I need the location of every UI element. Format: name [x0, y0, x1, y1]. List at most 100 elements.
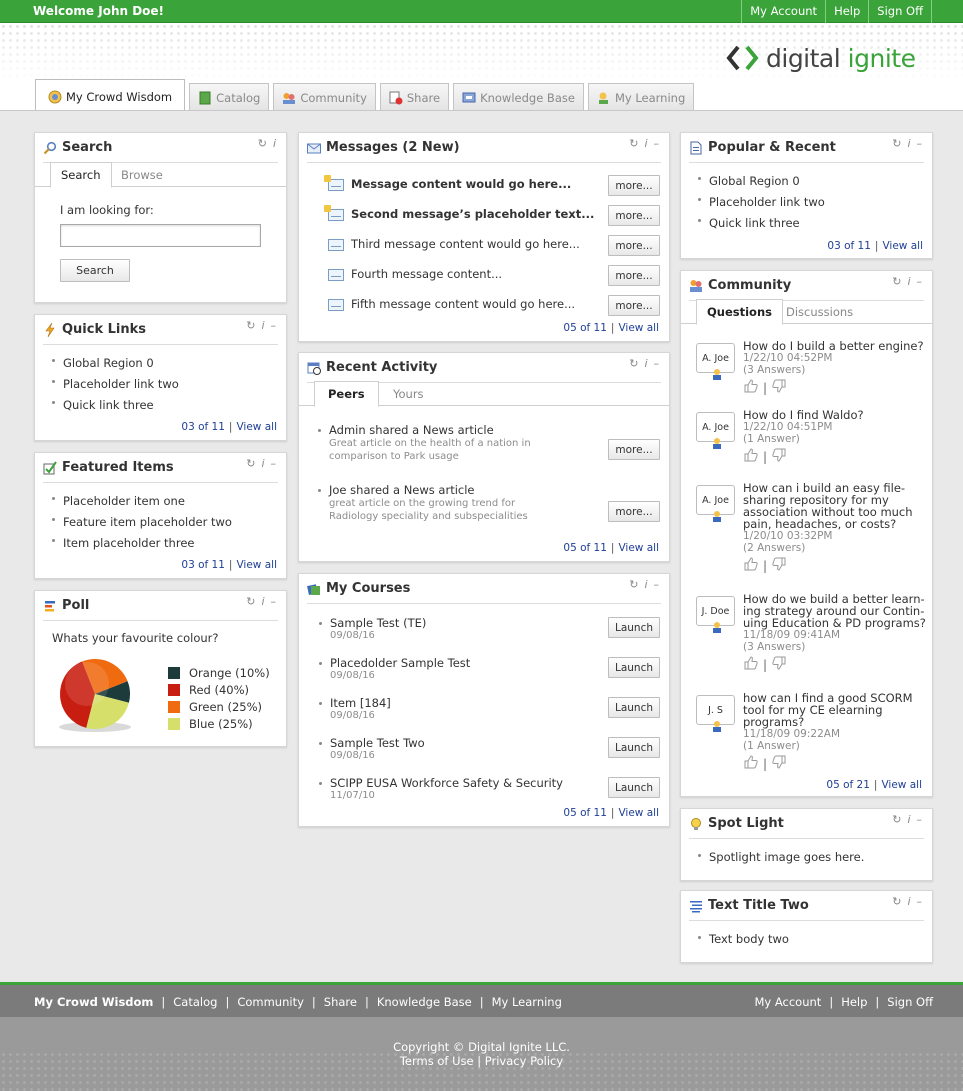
list-item[interactable]: Placeholder link two	[697, 192, 825, 213]
footer-link-catalog[interactable]: Catalog	[173, 995, 217, 1009]
avatar[interactable]: J. Doe	[696, 596, 735, 633]
info-icon[interactable]: i	[644, 137, 649, 150]
info-icon[interactable]: i	[261, 595, 266, 608]
view-all-link[interactable]: View all	[618, 807, 659, 819]
refresh-icon[interactable]: ↻	[892, 895, 903, 908]
minimize-icon[interactable]: –	[654, 137, 662, 150]
thumbs-up-icon[interactable]	[744, 448, 758, 466]
refresh-icon[interactable]: ↻	[629, 137, 640, 150]
info-icon[interactable]: i	[261, 319, 266, 332]
course-title[interactable]: SCIPP EUSA Workforce Safety & Security	[318, 776, 563, 790]
list-item[interactable]: Placeholder link two	[51, 374, 179, 395]
info-icon[interactable]: i	[907, 813, 912, 826]
more-button[interactable]: more...	[608, 265, 660, 286]
minimize-icon[interactable]: –	[654, 578, 662, 591]
list-item[interactable]: Placeholder item one	[51, 491, 232, 512]
thumbs-up-icon[interactable]	[744, 755, 758, 773]
search-button[interactable]: Search	[60, 259, 130, 282]
more-button[interactable]: more...	[608, 235, 660, 256]
tab-browse[interactable]: Browse	[111, 162, 173, 188]
minimize-icon[interactable]: –	[917, 895, 925, 908]
tab-questions[interactable]: Questions	[696, 299, 783, 325]
more-button[interactable]: more...	[608, 205, 660, 226]
minimize-icon[interactable]: –	[917, 275, 925, 288]
list-item[interactable]: Quick link three	[697, 213, 825, 234]
question-text[interactable]: How can i build an easy file-sharing rep…	[743, 482, 913, 530]
thumbs-down-icon[interactable]	[772, 379, 786, 397]
footer-link-my-learning[interactable]: My Learning	[492, 995, 562, 1009]
refresh-icon[interactable]: ↻	[246, 319, 257, 332]
answer-count[interactable]: (1 Answer)	[743, 740, 840, 752]
message-subject[interactable]: Message content would go here...	[351, 177, 571, 191]
more-button[interactable]: more...	[608, 295, 660, 316]
message-subject[interactable]: Fifth message content would go here...	[351, 297, 575, 311]
answer-count[interactable]: (1 Answer)	[743, 433, 832, 445]
view-all-link[interactable]: View all	[236, 421, 277, 433]
tab-peers[interactable]: Peers	[314, 381, 379, 407]
question-text[interactable]: How do I find Waldo?	[743, 409, 864, 421]
avatar[interactable]: J. S	[696, 695, 735, 732]
refresh-icon[interactable]: ↻	[892, 137, 903, 150]
digital-ignite-logo[interactable]: digital ignite	[726, 43, 916, 73]
list-item[interactable]: Item placeholder three	[51, 533, 232, 554]
thumbs-down-icon[interactable]	[772, 755, 786, 773]
tab-share[interactable]: Share	[379, 83, 450, 110]
question-text[interactable]: How do I build a better engine?	[743, 340, 924, 352]
view-all-link[interactable]: View all	[618, 322, 659, 334]
launch-button[interactable]: Launch	[608, 697, 660, 718]
terms-link[interactable]: Terms of Use	[400, 1054, 474, 1068]
info-icon[interactable]: i	[644, 578, 649, 591]
help-link[interactable]: Help	[826, 0, 870, 23]
avatar[interactable]: A. Joe	[696, 412, 735, 449]
footer-my-account-link[interactable]: My Account	[754, 995, 821, 1009]
list-item[interactable]: Quick link three	[51, 395, 179, 416]
view-all-link[interactable]: View all	[881, 779, 922, 791]
more-button[interactable]: more...	[608, 501, 660, 522]
avatar[interactable]: A. Joe	[696, 343, 735, 380]
message-subject[interactable]: Third message content would go here...	[351, 237, 580, 251]
footer-link-community[interactable]: Community	[237, 995, 304, 1009]
more-button[interactable]: more...	[608, 175, 660, 196]
course-title[interactable]: Sample Test Two	[318, 736, 425, 750]
view-all-link[interactable]: View all	[618, 542, 659, 554]
minimize-icon[interactable]: –	[271, 457, 279, 470]
course-title[interactable]: Placedolder Sample Test	[318, 656, 470, 670]
footer-sign-off-link[interactable]: Sign Off	[887, 995, 933, 1009]
info-icon[interactable]: i	[907, 275, 912, 288]
minimize-icon[interactable]: –	[917, 813, 925, 826]
footer-link-share[interactable]: Share	[324, 995, 357, 1009]
answer-count[interactable]: (3 Answers)	[743, 364, 832, 376]
message-subject[interactable]: Second message’s placeholder text...	[351, 207, 594, 221]
answer-count[interactable]: (2 Answers)	[743, 542, 832, 554]
tab-my-learning[interactable]: My Learning	[587, 83, 695, 110]
answer-count[interactable]: (3 Answers)	[743, 641, 840, 653]
question-text[interactable]: How do we build a better learn-ing strat…	[743, 593, 926, 629]
thumbs-down-icon[interactable]	[772, 557, 786, 575]
search-input[interactable]	[60, 224, 261, 247]
thumbs-up-icon[interactable]	[744, 557, 758, 575]
avatar[interactable]: A. Joe	[696, 485, 735, 522]
footer-help-link[interactable]: Help	[841, 995, 867, 1009]
minimize-icon[interactable]: –	[271, 595, 279, 608]
my-account-link[interactable]: My Account	[742, 0, 827, 23]
view-all-link[interactable]: View all	[236, 559, 277, 571]
tab-community[interactable]: Community	[273, 83, 376, 110]
launch-button[interactable]: Launch	[608, 617, 660, 638]
info-icon[interactable]: i	[273, 137, 278, 150]
course-title[interactable]: Item [184]	[318, 696, 391, 710]
thumbs-down-icon[interactable]	[772, 448, 786, 466]
footer-link-my-crowd-wisdom[interactable]: My Crowd Wisdom	[34, 995, 153, 1009]
tab-yours[interactable]: Yours	[383, 381, 434, 407]
list-item[interactable]: Global Region 0	[697, 171, 825, 192]
refresh-icon[interactable]: ↻	[892, 275, 903, 288]
thumbs-up-icon[interactable]	[744, 379, 758, 397]
tab-knowledge-base[interactable]: Knowledge Base	[453, 83, 584, 110]
minimize-icon[interactable]: –	[271, 319, 279, 332]
course-title[interactable]: Sample Test (TE)	[318, 616, 426, 630]
launch-button[interactable]: Launch	[608, 737, 660, 758]
refresh-icon[interactable]: ↻	[892, 813, 903, 826]
launch-button[interactable]: Launch	[608, 777, 660, 798]
minimize-icon[interactable]: –	[917, 137, 925, 150]
info-icon[interactable]: i	[907, 137, 912, 150]
refresh-icon[interactable]: ↻	[258, 137, 269, 150]
